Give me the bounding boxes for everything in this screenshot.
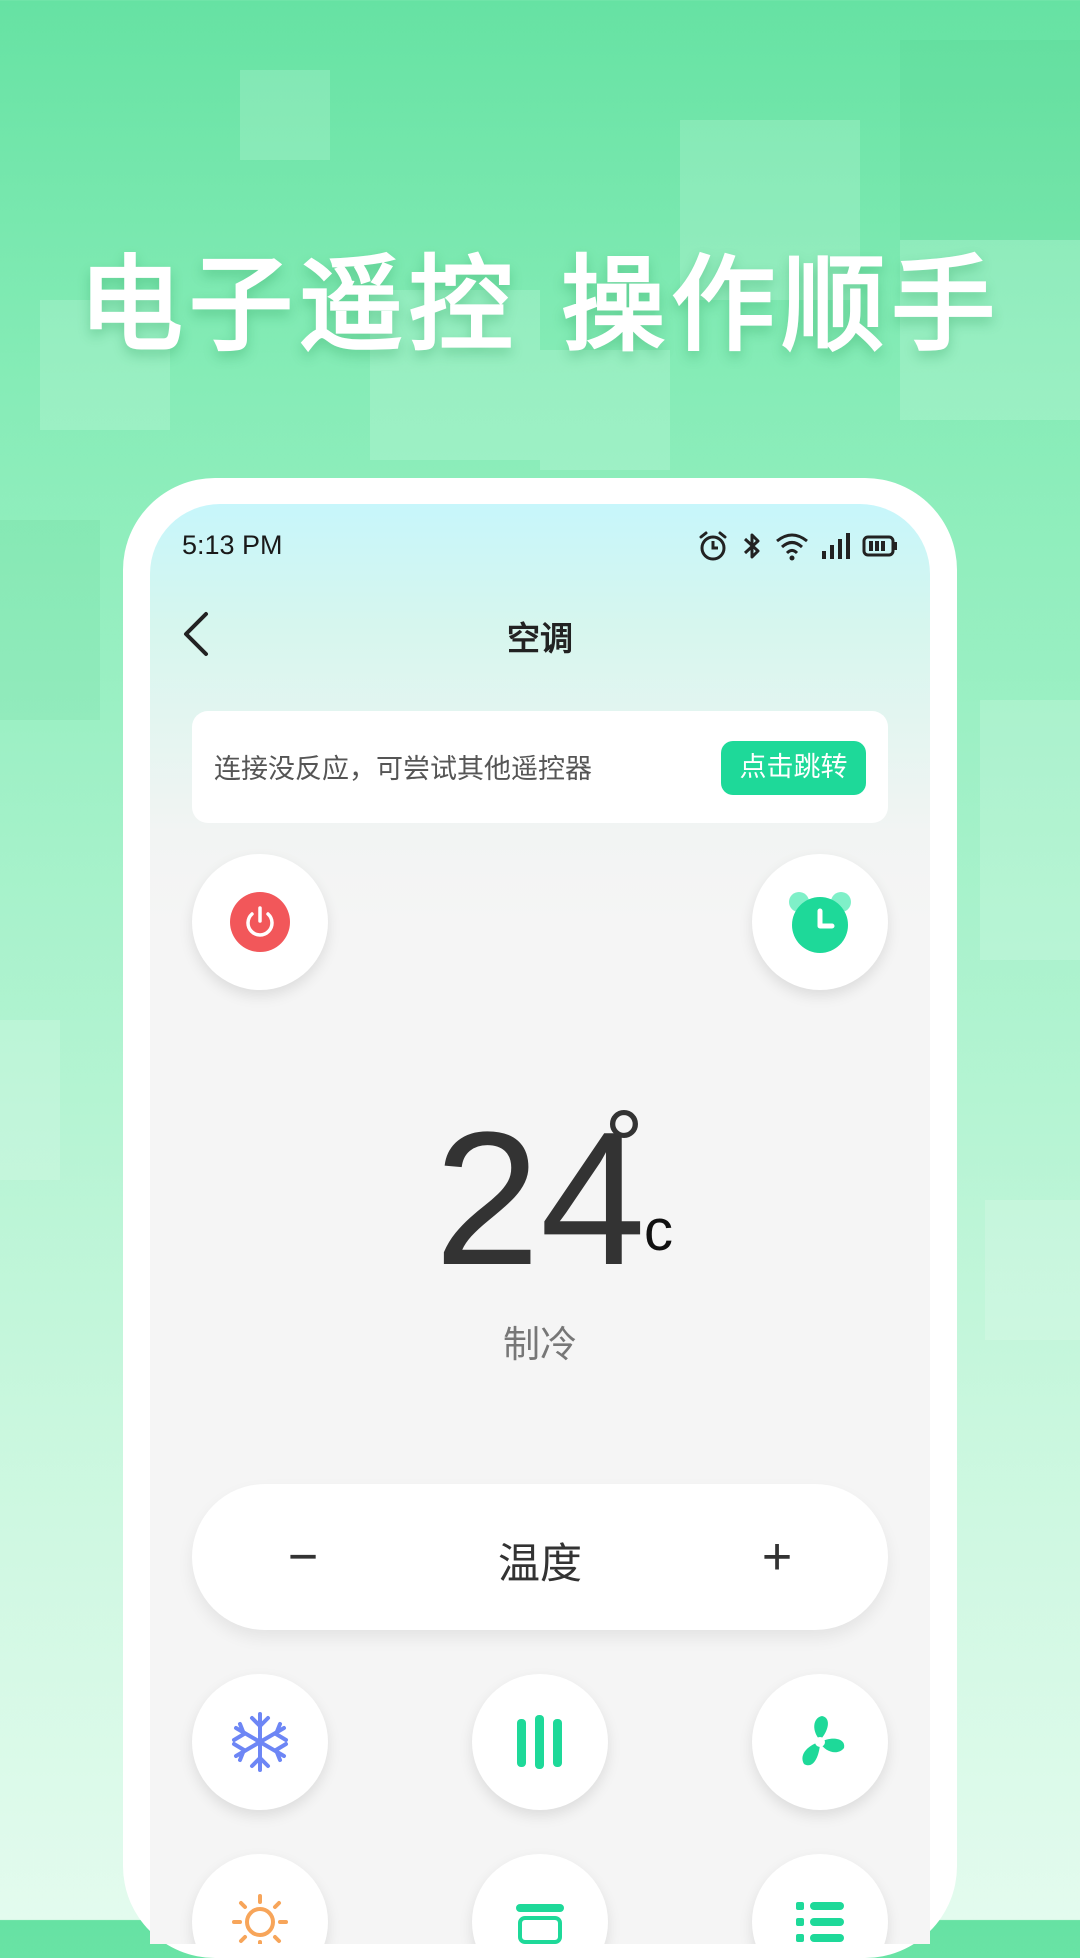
tip-card: 连接没反应，可尝试其他遥控器 点击跳转 [192,711,888,823]
nav-bar: 空调 [150,604,930,664]
mode-icon [516,1904,564,1944]
degree-symbol: ° [604,1090,644,1202]
mode-label: 制冷 [503,1323,577,1366]
swing-button[interactable] [472,1674,608,1810]
mode-button[interactable] [472,1854,608,1944]
alarm-icon [696,529,730,563]
fan-icon [802,1716,845,1766]
timer-icon [789,892,851,953]
sun-icon [232,1894,288,1944]
wifi-icon [774,529,810,563]
snowflake-icon [232,1712,288,1772]
temperature-control: − 温度 + [192,1484,888,1630]
power-icon [230,892,290,952]
signal-icon [820,529,852,563]
status-time: 5:13 PM [182,530,283,560]
temperature-value: 24 [434,1093,646,1305]
phone-screen: 5:13 PM 空调 连接没反应，可尝试其他遥控器 点击跳转 24 ° c 制冷… [150,504,930,1944]
menu-button[interactable] [752,1854,888,1944]
bluetooth-icon [740,529,764,563]
swing-icon [517,1715,562,1769]
heat-button[interactable] [192,1854,328,1944]
power-button[interactable] [192,854,328,990]
promo-headline: 电子遥控 操作顺手 [78,244,1002,366]
list-icon [796,1902,844,1942]
cool-button[interactable] [192,1674,328,1810]
jump-button[interactable]: 点击跳转 [721,741,866,795]
temperature-unit: c [644,1198,673,1263]
fan-button[interactable] [752,1674,888,1810]
battery-icon [862,529,898,563]
temp-up-button[interactable]: + [730,1510,824,1604]
page-title: 空调 [507,619,573,658]
tip-text: 连接没反应，可尝试其他遥控器 [214,754,592,785]
status-bar: 5:13 PM [182,526,898,566]
timer-button[interactable] [752,854,888,990]
